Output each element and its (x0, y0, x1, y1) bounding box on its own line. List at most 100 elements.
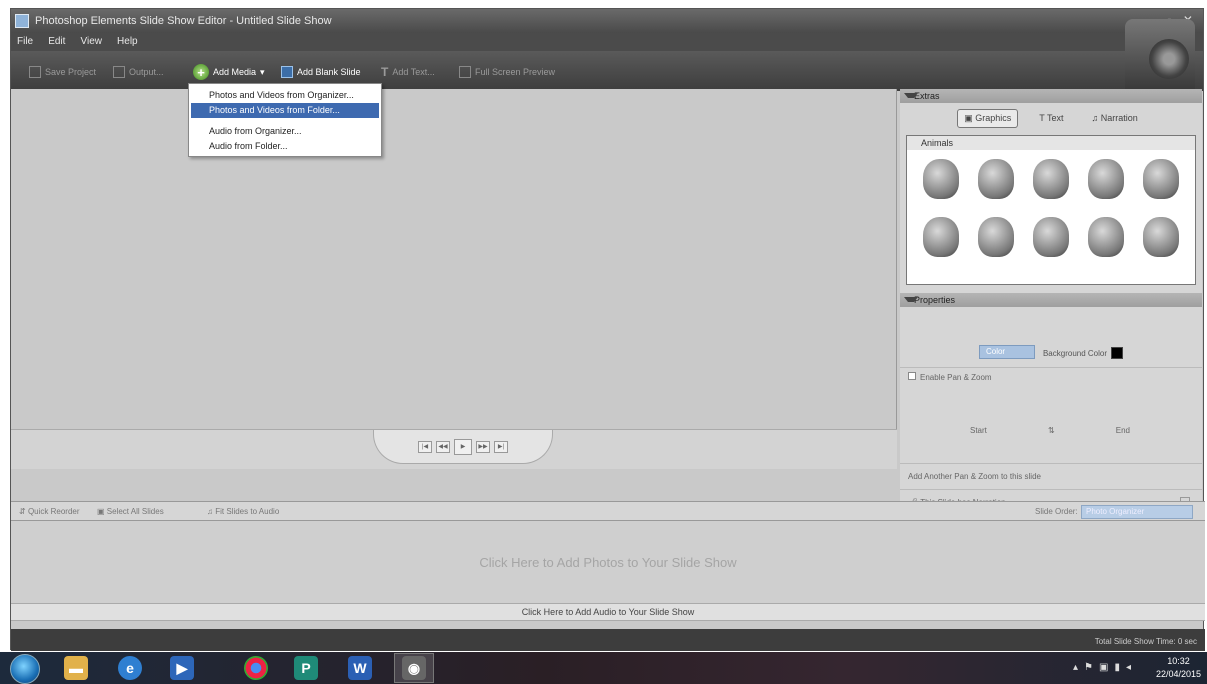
menu-bar: File Edit View Help (11, 33, 1203, 51)
start-button-icon[interactable] (10, 654, 40, 684)
camera-logo-icon (1125, 19, 1195, 89)
word-taskbar-button[interactable]: W (340, 653, 380, 683)
save-project-button[interactable]: Save Project (29, 63, 96, 81)
animal-graphic[interactable] (1023, 154, 1078, 204)
title-bar: Photoshop Elements Slide Show Editor - U… (11, 9, 1203, 33)
media-taskbar-button[interactable]: ▶ (162, 653, 202, 683)
properties-body: Color Background Color (900, 307, 1202, 367)
app-window: Photoshop Elements Slide Show Editor - U… (10, 8, 1205, 651)
menu-file[interactable]: File (11, 33, 39, 50)
animal-graphic[interactable] (1079, 212, 1134, 262)
select-all-label: Select All Slides (106, 507, 164, 516)
menu-view[interactable]: View (74, 33, 108, 50)
add-text-label: Add Text... (392, 67, 435, 77)
add-media-label: Add Media (213, 67, 257, 77)
play-icon[interactable]: ▶ (454, 438, 472, 455)
slide-order-select[interactable]: Photo Organizer (1081, 505, 1193, 519)
taskbar: ▬ e ▶ P W ◉ ▴⚑▣▮◂ 10:32 22/04/2015 (0, 652, 1207, 684)
extras-tabs: ▣ Graphics T Text ♫ Narration (900, 103, 1202, 133)
add-pan-zoom-row[interactable]: Add Another Pan & Zoom to this slide (900, 463, 1202, 489)
fit-to-audio-button[interactable]: ♫ Fit Slides to Audio (207, 507, 279, 516)
slide-icon (281, 66, 293, 78)
chrome-taskbar-button[interactable] (236, 653, 276, 683)
clock-date: 22/04/2015 (1155, 669, 1201, 679)
menu-item-photos-folder[interactable]: Photos and Videos from Folder... (191, 103, 379, 118)
pan-zoom-frames: Start ⇅ End (970, 426, 1130, 435)
right-panel: Extras ▣ Graphics T Text ♫ Narration Ani… (900, 89, 1202, 507)
tab-text[interactable]: T Text (1032, 109, 1070, 127)
add-media-menu: Photos and Videos from Organizer... Phot… (188, 83, 382, 157)
add-pan-zoom-label: Add Another Pan & Zoom to this slide (908, 472, 1041, 481)
add-photos-prompt: Click Here to Add Photos to Your Slide S… (479, 554, 737, 570)
menu-item-audio-organizer[interactable]: Audio from Organizer... (189, 124, 381, 139)
animal-grid (913, 154, 1189, 262)
full-screen-preview-button[interactable]: Full Screen Preview (459, 63, 555, 81)
chrome-icon (244, 656, 268, 680)
style-select[interactable]: Color (978, 345, 1035, 359)
menu-edit[interactable]: Edit (42, 33, 71, 50)
tab-text-label: Text (1046, 113, 1064, 123)
first-slide-icon[interactable]: |◀ (418, 440, 432, 453)
menu-item-audio-folder[interactable]: Audio from Folder... (189, 139, 381, 154)
tab-graphics[interactable]: ▣ Graphics (957, 108, 1019, 128)
preview-stage: |◀ ◀◀ ▶ ▶▶ ▶| (11, 89, 897, 469)
output-icon (113, 66, 125, 78)
tab-narration[interactable]: ♫ Narration (1084, 109, 1144, 127)
pan-zoom-section: Enable Pan & Zoom Start ⇅ End (900, 367, 1202, 463)
menu-help[interactable]: Help (111, 33, 144, 50)
app-icon (15, 14, 29, 28)
playback-strip: |◀ ◀◀ ▶ ▶▶ ▶| (11, 429, 897, 469)
chevron-down-icon: ▾ (260, 66, 265, 77)
add-text-button[interactable]: T Add Text... (381, 63, 435, 81)
animal-graphic[interactable] (913, 154, 968, 204)
word-icon: W (348, 656, 372, 680)
slide-order-label: Slide Order: (1035, 507, 1078, 516)
quick-reorder-label: Quick Reorder (27, 507, 80, 516)
enable-pan-zoom-checkbox[interactable] (908, 372, 916, 380)
select-all-button[interactable]: ▣ Select All Slides (97, 507, 164, 516)
animal-graphic[interactable] (1134, 154, 1189, 204)
extras-header[interactable]: Extras (900, 89, 1202, 103)
last-slide-icon[interactable]: ▶| (494, 440, 508, 453)
playback-controls: |◀ ◀◀ ▶ ▶▶ ▶| (373, 430, 553, 464)
next-icon[interactable]: ▶▶ (476, 440, 490, 453)
animal-graphic[interactable] (1079, 154, 1134, 204)
animal-graphic[interactable] (968, 212, 1023, 262)
add-icon: + (193, 64, 209, 80)
clock-time: 10:32 (1167, 656, 1190, 666)
add-blank-slide-button[interactable]: Add Blank Slide (281, 63, 361, 81)
properties-header[interactable]: Properties (900, 293, 1202, 307)
category-animals[interactable]: Animals (907, 136, 1195, 150)
clock[interactable]: 10:32 22/04/2015 (1156, 655, 1201, 681)
preview-icon (459, 66, 471, 78)
full-screen-preview-label: Full Screen Preview (475, 67, 556, 77)
quick-reorder-button[interactable]: ⇵ Quick Reorder (19, 507, 80, 516)
background-color-label: Background Color (1042, 348, 1108, 358)
publisher-icon: P (294, 656, 318, 680)
animal-graphic[interactable] (1023, 212, 1078, 262)
slide-sorter-toolbar: ⇵ Quick Reorder ▣ Select All Slides ♫ Fi… (11, 501, 1205, 521)
publisher-taskbar-button[interactable]: P (286, 653, 326, 683)
output-button[interactable]: Output... (113, 63, 164, 81)
window-title: Photoshop Elements Slide Show Editor - U… (35, 15, 332, 27)
system-tray[interactable]: ▴⚑▣▮◂ (1073, 662, 1137, 673)
save-icon (29, 66, 41, 78)
photoshop-taskbar-button[interactable]: ◉ (394, 653, 434, 683)
ie-taskbar-button[interactable]: e (110, 653, 150, 683)
swap-icon[interactable]: ⇅ (1048, 426, 1055, 435)
add-blank-slide-label: Add Blank Slide (297, 67, 361, 77)
end-label: End (1115, 426, 1130, 435)
add-media-button[interactable]: + Add Media ▾ (193, 63, 265, 81)
animal-graphic[interactable] (913, 212, 968, 262)
slide-drop-area[interactable]: Click Here to Add Photos to Your Slide S… (11, 521, 1205, 603)
internet-explorer-icon: e (118, 656, 142, 680)
audio-drop-area[interactable]: Click Here to Add Audio to Your Slide Sh… (11, 603, 1205, 621)
status-bar: Total Slide Show Time: 0 sec (11, 629, 1205, 651)
animal-graphic[interactable] (968, 154, 1023, 204)
previous-icon[interactable]: ◀◀ (436, 440, 450, 453)
media-player-icon: ▶ (170, 656, 194, 680)
explorer-taskbar-button[interactable]: ▬ (56, 653, 96, 683)
menu-item-photos-organizer[interactable]: Photos and Videos from Organizer... (189, 88, 381, 103)
animal-graphic[interactable] (1134, 212, 1189, 262)
background-color-swatch[interactable] (1111, 347, 1124, 359)
